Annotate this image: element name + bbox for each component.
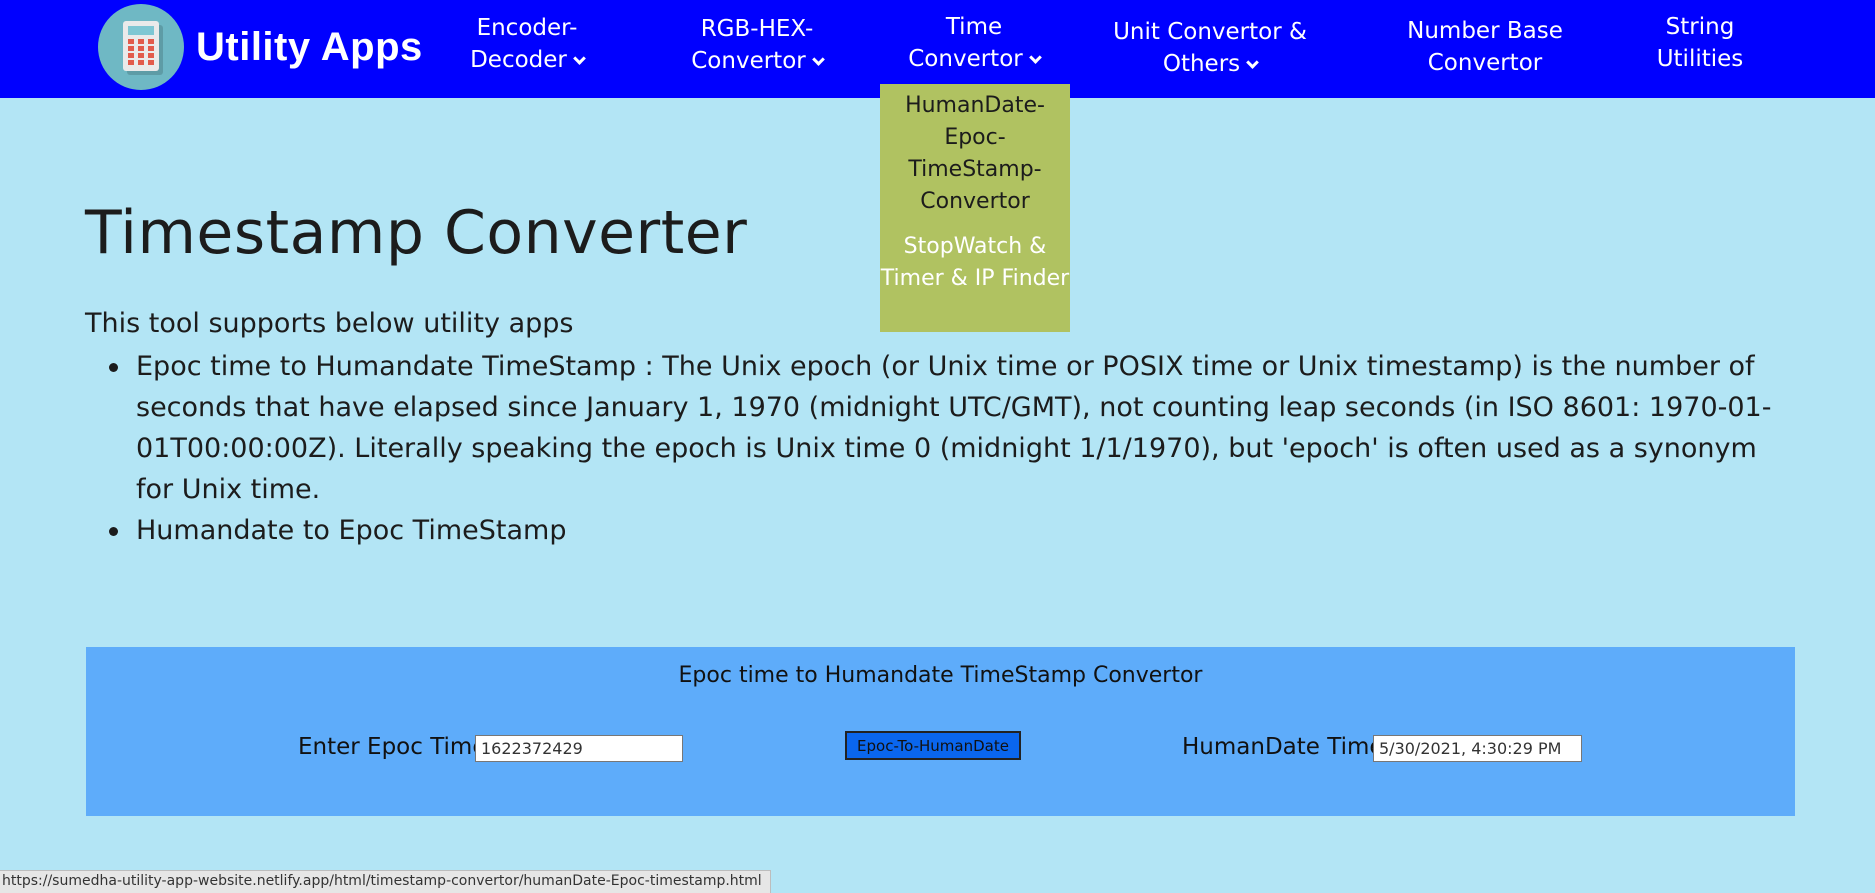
nav-encoder-decoder[interactable]: Encoder- Decoder bbox=[462, 12, 592, 76]
nav-rgb-hex-convertor[interactable]: RGB-HEX- Convertor bbox=[682, 13, 832, 77]
nav-number-base-convertor[interactable]: Number Base Convertor bbox=[1390, 15, 1580, 79]
nav-time-convertor[interactable]: Time Convertor bbox=[899, 11, 1049, 75]
feature-item-humandate-to-epoc: Humandate to Epoc TimeStamp bbox=[85, 510, 1785, 551]
calculator-logo-icon bbox=[98, 4, 184, 90]
nav-string-utilities[interactable]: String Utilities bbox=[1640, 11, 1760, 75]
intro-text: This tool supports below utility apps bbox=[85, 308, 574, 339]
brand-title: Utility Apps bbox=[196, 24, 423, 69]
page-title: Timestamp Converter bbox=[85, 198, 748, 268]
dropdown-item-stopwatch-timer[interactable]: StopWatch & Timer & IP Finder bbox=[880, 231, 1070, 295]
epoc-time-input[interactable] bbox=[475, 735, 683, 762]
nav-unit-convertor-others[interactable]: Unit Convertor & Others bbox=[1110, 16, 1310, 80]
feature-list: Epoc time to Humandate TimeStamp : The U… bbox=[85, 346, 1785, 551]
chevron-down-icon bbox=[1246, 56, 1260, 69]
chevron-down-icon bbox=[1028, 51, 1042, 64]
epoc-to-humandate-button[interactable]: Epoc-To-HumanDate bbox=[845, 731, 1021, 760]
link-status-bar: https://sumedha-utility-app-website.netl… bbox=[0, 870, 771, 893]
brand[interactable]: Utility Apps bbox=[98, 4, 423, 90]
humandate-time-output[interactable] bbox=[1373, 735, 1582, 762]
epoc-time-label: Enter Epoc Time bbox=[298, 734, 487, 760]
feature-item-epoc-to-humandate: Epoc time to Humandate TimeStamp : The U… bbox=[85, 346, 1785, 510]
chevron-down-icon bbox=[573, 52, 586, 65]
converter-panel: Epoc time to Humandate TimeStamp Convert… bbox=[86, 647, 1795, 816]
chevron-down-icon bbox=[811, 53, 825, 66]
humandate-time-label: HumanDate Time bbox=[1182, 734, 1384, 760]
time-convertor-dropdown: HumanDate-Epoc-TimeStamp-Convertor StopW… bbox=[880, 84, 1070, 332]
converter-title: Epoc time to Humandate TimeStamp Convert… bbox=[678, 663, 1203, 688]
dropdown-item-humandate-epoc[interactable]: HumanDate-Epoc-TimeStamp-Convertor bbox=[880, 84, 1070, 218]
